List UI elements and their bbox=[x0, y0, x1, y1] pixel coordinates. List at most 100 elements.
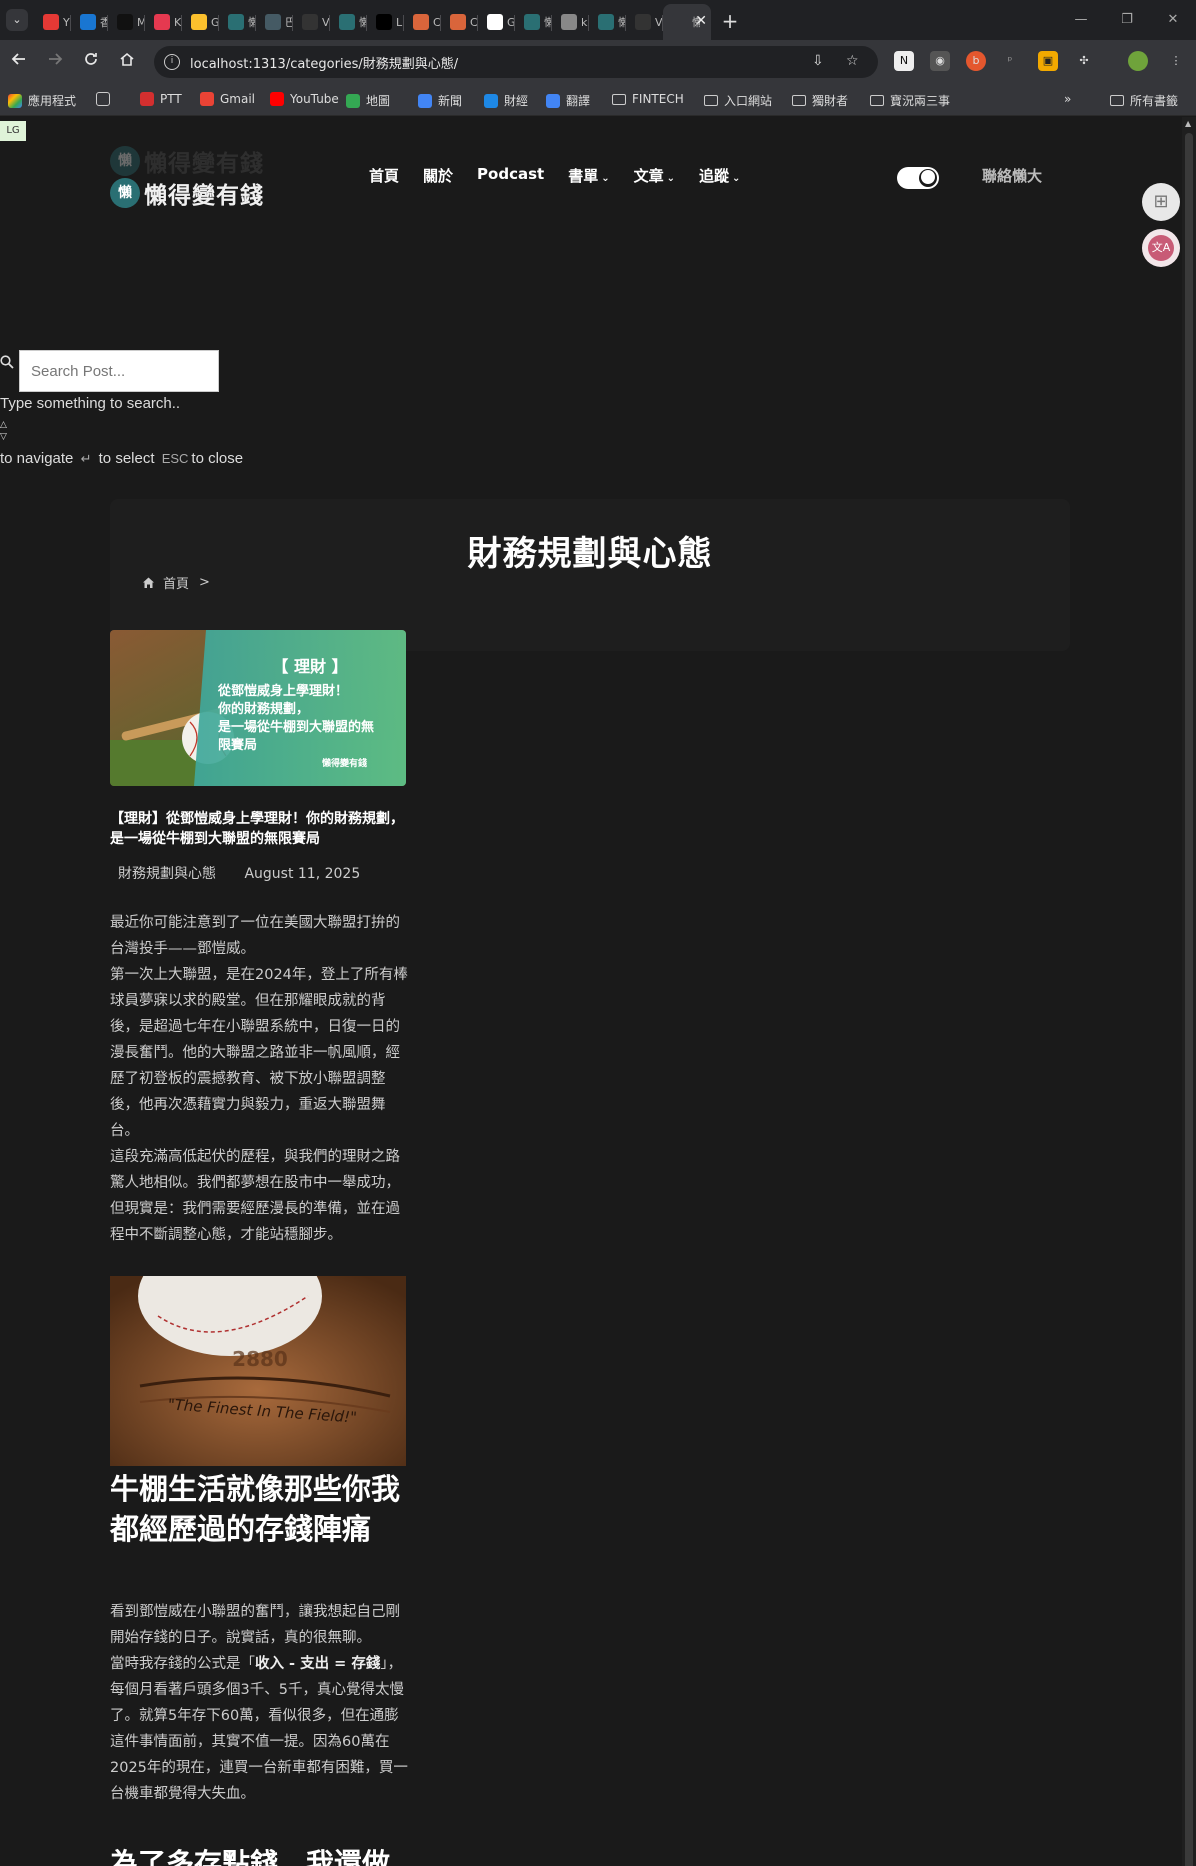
nav-item[interactable]: 關於 bbox=[423, 165, 453, 186]
browser-tab[interactable]: 懶 bbox=[330, 6, 367, 38]
browser-tab[interactable]: 懶 bbox=[515, 6, 552, 38]
browser-tab[interactable]: G bbox=[478, 6, 515, 38]
scroll-up-arrow-icon[interactable]: ▲ bbox=[1185, 119, 1191, 128]
minimize-button[interactable]: — bbox=[1058, 0, 1104, 40]
home-button[interactable] bbox=[116, 51, 138, 73]
nav-item[interactable]: 文章 ⌄ bbox=[634, 165, 675, 186]
post-thumbnail[interactable]: 【 理財 】 從鄧愷威身上學理財！ 你的財務規劃， 是一場從牛棚到大聯盟的無 限… bbox=[110, 630, 406, 786]
browser-tab[interactable]: 懶 bbox=[219, 6, 256, 38]
bookmark-item[interactable]: PTT bbox=[140, 92, 182, 106]
page-scrollbar[interactable]: ▲ bbox=[1182, 117, 1196, 1866]
forward-button[interactable] bbox=[44, 51, 66, 73]
bookmark-star-icon[interactable]: ☆ bbox=[846, 53, 859, 69]
bookmark-favicon-icon bbox=[484, 93, 498, 108]
post-title-link[interactable]: 【理財】從鄧愷威身上學理財！你的財務規劃，是一場從牛棚到大聯盟的無限賽局 bbox=[110, 809, 410, 849]
new-tab-button[interactable]: + bbox=[715, 4, 745, 36]
browser-tab[interactable]: C bbox=[404, 6, 441, 38]
post-excerpt: 最近你可能注意到了一位在美國大聯盟打拚的台灣投手——鄧愷威。 第一次上大聯盟，是… bbox=[110, 910, 408, 1248]
browser-tab[interactable]: Medium bbox=[108, 6, 145, 38]
browser-tab[interactable]: K bbox=[145, 6, 182, 38]
bookmark-item[interactable]: Gmail bbox=[200, 92, 255, 106]
bookmark-item[interactable]: 新聞 bbox=[418, 92, 462, 109]
all-bookmarks-button[interactable]: 所有書籤 bbox=[1110, 92, 1178, 109]
bookmark-item[interactable]: YouTube bbox=[270, 92, 339, 106]
browser-tab[interactable]: 香 bbox=[71, 6, 108, 38]
notion-extension-icon[interactable]: N bbox=[894, 51, 914, 71]
main-nav: 首頁 關於 Podcast 書單 ⌄ 文章 ⌄ 追蹤 ⌄ bbox=[369, 165, 764, 186]
folder-icon bbox=[870, 95, 884, 106]
lock-extension-icon[interactable]: ▣ bbox=[1038, 51, 1058, 71]
bookmark-item[interactable]: FINTECH bbox=[612, 92, 684, 106]
colorful-extension-icon[interactable]: b bbox=[966, 51, 986, 71]
theme-toggle[interactable] bbox=[897, 167, 939, 189]
browser-tab[interactable]: C bbox=[441, 6, 478, 38]
extensions-puzzle-icon[interactable]: ✣ bbox=[1074, 51, 1094, 71]
post-date: August 11, 2025 bbox=[244, 866, 361, 882]
bookmark-item[interactable] bbox=[96, 92, 116, 106]
bookmark-item[interactable]: 入口網站 bbox=[704, 92, 772, 109]
paragraph-text: 當時我存錢的公式是「 bbox=[110, 1656, 255, 1672]
active-tab[interactable]: 懶 ✕ bbox=[663, 4, 711, 40]
page-title: 財務規劃與心態 bbox=[467, 534, 713, 574]
nav-item-label: 書單 bbox=[568, 167, 599, 185]
nav-item[interactable]: 首頁 bbox=[369, 165, 399, 186]
url-text[interactable]: localhost:1313/categories/財務規劃與心態/ bbox=[190, 53, 458, 72]
bookmark-favicon-icon bbox=[546, 93, 560, 108]
bookmark-item[interactable]: 寶況兩三事 bbox=[870, 92, 950, 109]
thumbnail-tag: 【 理財 】 bbox=[272, 657, 347, 676]
pen-extension-icon[interactable]: ᵖ bbox=[1000, 51, 1020, 71]
bookmark-item[interactable]: 地圖 bbox=[346, 92, 390, 109]
restore-button[interactable]: ❐ bbox=[1104, 0, 1150, 40]
translate-button[interactable]: 文A bbox=[1142, 229, 1180, 267]
profile-avatar[interactable] bbox=[1128, 51, 1148, 71]
all-bookmarks-label: 所有書籤 bbox=[1130, 94, 1179, 108]
browser-tab[interactable]: k bbox=[552, 6, 589, 38]
nav-item-label: 追蹤 bbox=[699, 167, 730, 185]
site-info-icon[interactable]: i bbox=[164, 54, 180, 70]
close-window-button[interactable]: ✕ bbox=[1150, 0, 1196, 40]
install-app-icon[interactable]: ⇩ bbox=[812, 53, 824, 69]
back-button[interactable] bbox=[8, 51, 30, 73]
breadcrumb-home-link[interactable]: 首頁 bbox=[163, 573, 189, 592]
contact-button[interactable]: 聯絡懶大 bbox=[982, 165, 1042, 186]
browser-tab[interactable]: 懶 bbox=[589, 6, 626, 38]
tab-search-button[interactable]: ⌄ bbox=[6, 9, 28, 31]
moon-icon bbox=[921, 170, 935, 184]
close-tab-icon[interactable]: ✕ bbox=[695, 13, 707, 29]
tab-favicon-icon bbox=[43, 14, 59, 30]
bookmark-item[interactable]: 獨財者 bbox=[792, 92, 848, 109]
nav-item[interactable]: 追蹤 ⌄ bbox=[699, 165, 740, 186]
paragraph: 這段充滿高低起伏的歷程，與我們的理財之路驚人地相似。我們都夢想在股市中一舉成功，… bbox=[110, 1149, 400, 1243]
address-bar[interactable]: i localhost:1313/categories/財務規劃與心態/ ⇩ ☆ bbox=[154, 46, 878, 78]
bookmarks-overflow-button[interactable]: » bbox=[1064, 92, 1071, 106]
bookmark-label: 翻譯 bbox=[566, 94, 591, 108]
bookmark-label: 財經 bbox=[504, 94, 529, 108]
browser-tab[interactable]: G bbox=[182, 6, 219, 38]
bookmark-item[interactable]: 翻譯 bbox=[546, 92, 590, 109]
bookmark-item[interactable]: 應用程式 bbox=[8, 92, 76, 109]
scrollbar-thumb[interactable] bbox=[1185, 133, 1193, 1866]
search-icon bbox=[0, 355, 14, 369]
browser-tab[interactable]: 巴 bbox=[256, 6, 293, 38]
baseball-glove-graphic: 2880 "The Finest In The Field!" bbox=[110, 1276, 406, 1466]
browser-tab[interactable]: Y bbox=[34, 6, 71, 38]
bookmark-label: Gmail bbox=[220, 92, 256, 106]
nav-item[interactable]: Podcast bbox=[477, 165, 544, 186]
nav-item[interactable]: 書單 ⌄ bbox=[568, 165, 609, 186]
menu-kebab-icon[interactable]: ⋮ bbox=[1166, 51, 1186, 71]
chevron-down-icon: ⌄ bbox=[666, 173, 675, 184]
bookmark-item[interactable]: 財經 bbox=[484, 92, 528, 109]
site-logo[interactable]: 懶 懶得變有錢 懶 懶得變有錢 bbox=[110, 145, 264, 209]
breadcrumb-separator: > bbox=[199, 575, 210, 590]
rss-extension-icon[interactable]: ◉ bbox=[930, 51, 950, 71]
tab-list: Y香MediumKG懶巴V懶LCCG懶k懶V懶✕+ bbox=[34, 4, 745, 40]
bookmark-label: 地圖 bbox=[366, 94, 391, 108]
reload-button[interactable] bbox=[80, 51, 102, 73]
browser-tab[interactable]: V bbox=[293, 6, 330, 38]
post-category-link[interactable]: 財務規劃與心態 bbox=[118, 866, 216, 882]
browser-tab[interactable]: L bbox=[367, 6, 404, 38]
search-input[interactable] bbox=[19, 350, 219, 392]
browser-tab[interactable]: V bbox=[626, 6, 663, 38]
widget-grid-button[interactable]: ⊞ bbox=[1142, 183, 1180, 221]
tab-grid-icon bbox=[96, 92, 110, 106]
